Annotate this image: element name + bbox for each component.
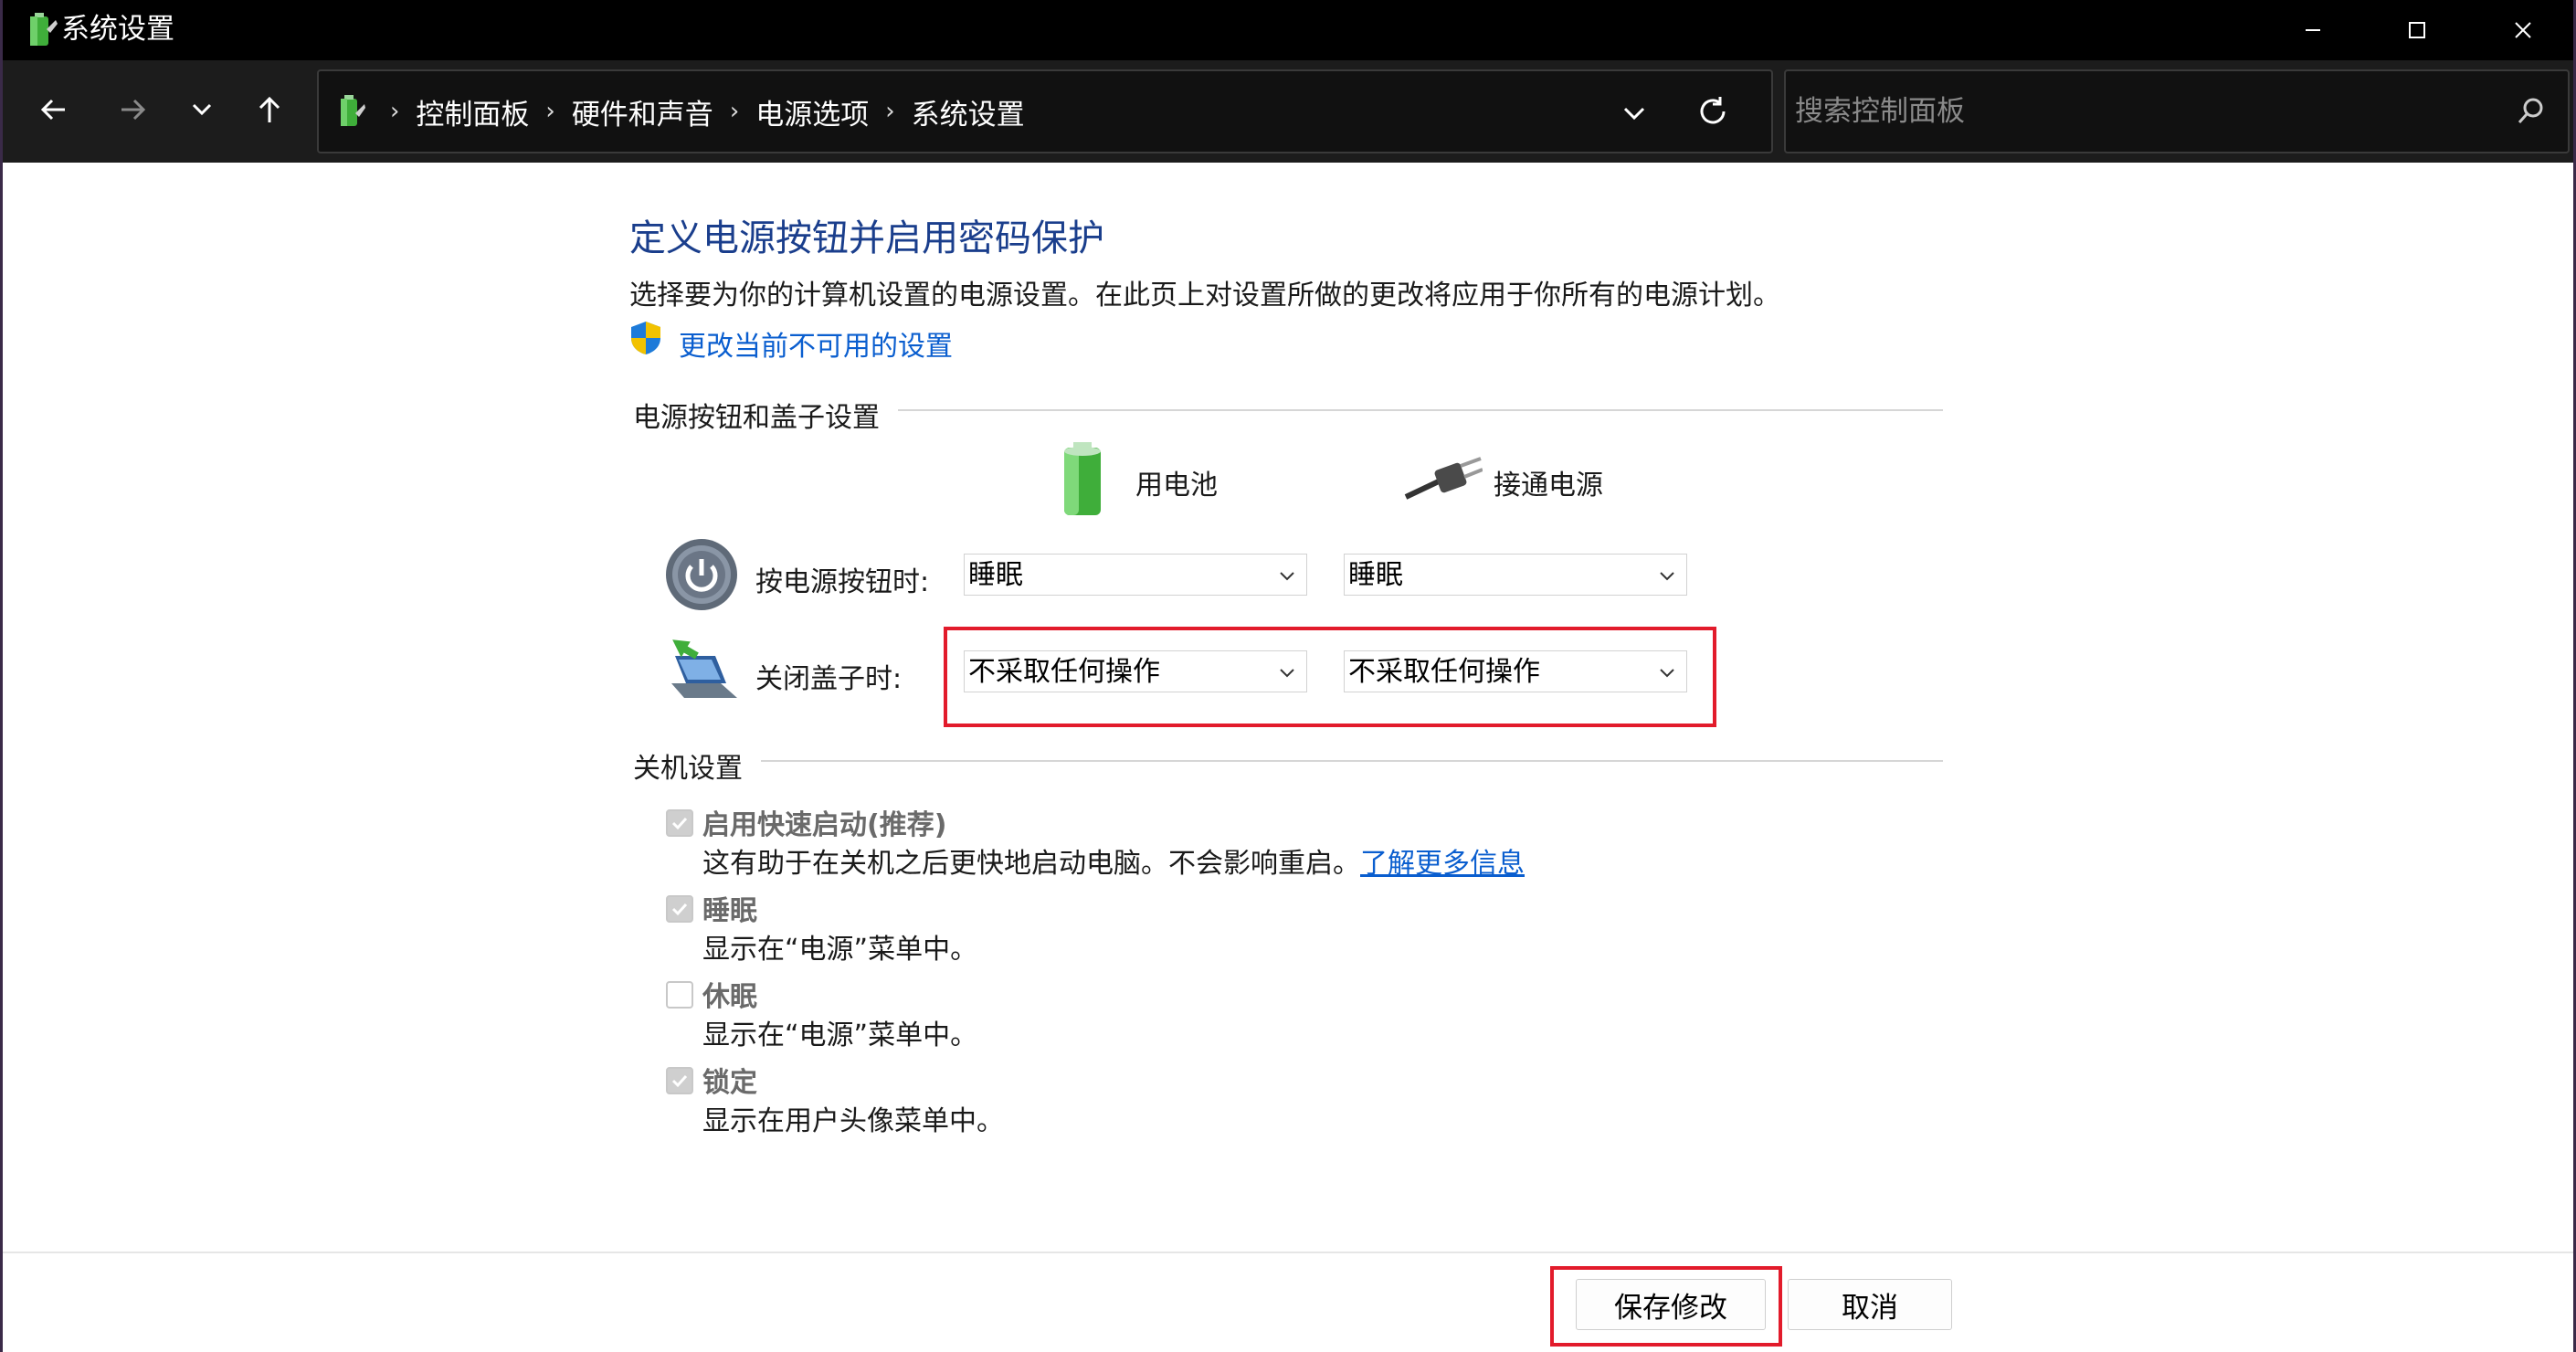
column-battery: 用电池 — [1135, 470, 1218, 502]
window-title: 系统设置 — [61, 13, 174, 46]
chevron-down-icon — [1660, 572, 1674, 581]
section-divider — [898, 409, 1943, 411]
forward-button[interactable] — [105, 82, 160, 137]
select-value: 睡眠 — [968, 559, 1023, 591]
breadcrumb: › 控制面板 › 硬件和声音 › 电源选项 › 系统设置 — [374, 71, 1025, 152]
title-bar: 系统设置 — [3, 0, 2573, 60]
search-icon[interactable] — [2515, 95, 2548, 128]
address-dropdown-icon[interactable] — [1616, 95, 1652, 132]
breadcrumb-system-settings[interactable]: 系统设置 — [912, 91, 1025, 132]
learn-more-link[interactable]: 了解更多信息 — [1360, 848, 1525, 880]
lock-description: 显示在用户头像菜单中。 — [702, 1105, 1004, 1137]
close-icon — [2515, 22, 2531, 38]
column-plugged-in: 接通电源 — [1494, 470, 1603, 502]
battery-location-icon — [341, 95, 365, 126]
uac-shield-icon — [631, 322, 660, 354]
minimize-icon — [2306, 29, 2320, 31]
up-button[interactable] — [242, 82, 297, 137]
sleep-label: 睡眠 — [702, 895, 757, 927]
arrow-left-icon — [40, 99, 65, 121]
fast-startup-checkbox[interactable] — [666, 809, 693, 837]
maximize-icon — [2409, 22, 2425, 38]
power-button-icon — [666, 539, 737, 610]
select-value: 睡眠 — [1348, 559, 1403, 591]
shutdown-section-heading: 关机设置 — [633, 753, 743, 785]
close-lid-label: 关闭盖子时: — [755, 663, 903, 695]
hibernate-checkbox[interactable] — [666, 981, 693, 1009]
chevron-down-icon — [1280, 572, 1294, 581]
checkmark-icon — [671, 817, 688, 830]
back-button[interactable] — [26, 82, 81, 137]
hibernate-description: 显示在“电源”菜单中。 — [702, 1019, 978, 1051]
power-section-heading: 电源按钮和盖子设置 — [633, 402, 880, 434]
power-button-plugged-select[interactable]: 睡眠 — [1344, 554, 1687, 596]
battery-app-icon — [30, 13, 58, 46]
chevron-right-icon: › — [390, 98, 400, 125]
page-description: 选择要为你的计算机设置的电源设置。在此页上对设置所做的更改将应用于你所有的电源计… — [629, 280, 1780, 312]
close-button[interactable] — [2469, 0, 2576, 60]
chevron-down-icon — [192, 103, 212, 116]
fast-startup-description: 这有助于在关机之后更快地启动电脑。不会影响重启。了解更多信息 — [702, 840, 1525, 881]
breadcrumb-control-panel[interactable]: 控制面板 — [416, 91, 529, 132]
highlight-box-lid — [944, 627, 1716, 727]
laptop-lid-icon — [671, 639, 737, 698]
power-plug-icon — [1404, 457, 1483, 500]
fast-startup-label: 启用快速启动(推荐) — [702, 809, 947, 841]
maximize-button[interactable] — [2363, 0, 2471, 60]
search-input[interactable]: 搜索控制面板 — [1795, 71, 1965, 152]
address-bar[interactable]: › 控制面板 › 硬件和声音 › 电源选项 › 系统设置 — [317, 69, 1773, 153]
recent-locations-button[interactable] — [174, 82, 229, 137]
chevron-right-icon[interactable]: › — [730, 98, 739, 125]
change-unavailable-settings-link[interactable]: 更改当前不可用的设置 — [679, 323, 953, 364]
battery-icon — [1064, 442, 1101, 515]
fast-startup-desc-text: 这有助于在关机之后更快地启动电脑。不会影响重启。 — [702, 848, 1360, 880]
lock-checkbox[interactable] — [666, 1067, 693, 1094]
sleep-description: 显示在“电源”菜单中。 — [702, 934, 978, 966]
footer-bar: 保存修改 取消 — [3, 1252, 2573, 1352]
minimize-button[interactable] — [2259, 0, 2367, 60]
breadcrumb-hardware-sound[interactable]: 硬件和声音 — [572, 91, 713, 132]
search-box[interactable]: 搜索控制面板 — [1784, 69, 2570, 153]
checkmark-icon — [671, 903, 688, 916]
power-button-battery-select[interactable]: 睡眠 — [964, 554, 1307, 596]
hibernate-label: 休眠 — [702, 981, 757, 1013]
chevron-right-icon[interactable]: › — [545, 98, 554, 125]
refresh-icon[interactable] — [1693, 91, 1733, 132]
navigation-bar: › 控制面板 › 硬件和声音 › 电源选项 › 系统设置 搜索控制面板 — [3, 60, 2573, 163]
cancel-button[interactable]: 取消 — [1788, 1279, 1952, 1330]
checkmark-icon — [671, 1074, 688, 1088]
breadcrumb-power-options[interactable]: 电源选项 — [755, 91, 869, 132]
power-button-label: 按电源按钮时: — [755, 566, 930, 598]
arrow-right-icon — [121, 99, 146, 121]
section-divider — [761, 760, 1943, 762]
main-content: 定义电源按钮并启用密码保护 选择要为你的计算机设置的电源设置。在此页上对设置所做… — [3, 163, 2573, 1252]
highlight-box-save — [1550, 1266, 1782, 1347]
chevron-right-icon[interactable]: › — [885, 98, 894, 125]
arrow-up-icon — [259, 96, 280, 122]
sleep-checkbox[interactable] — [666, 895, 693, 923]
page-title: 定义电源按钮并启用密码保护 — [629, 217, 1104, 259]
control-panel-window: 系统设置 › 控制面板 › 硬件和声音 › 电源选项 › 系统设置 搜索控制面板… — [0, 0, 2576, 1352]
lock-label: 锁定 — [702, 1067, 757, 1099]
